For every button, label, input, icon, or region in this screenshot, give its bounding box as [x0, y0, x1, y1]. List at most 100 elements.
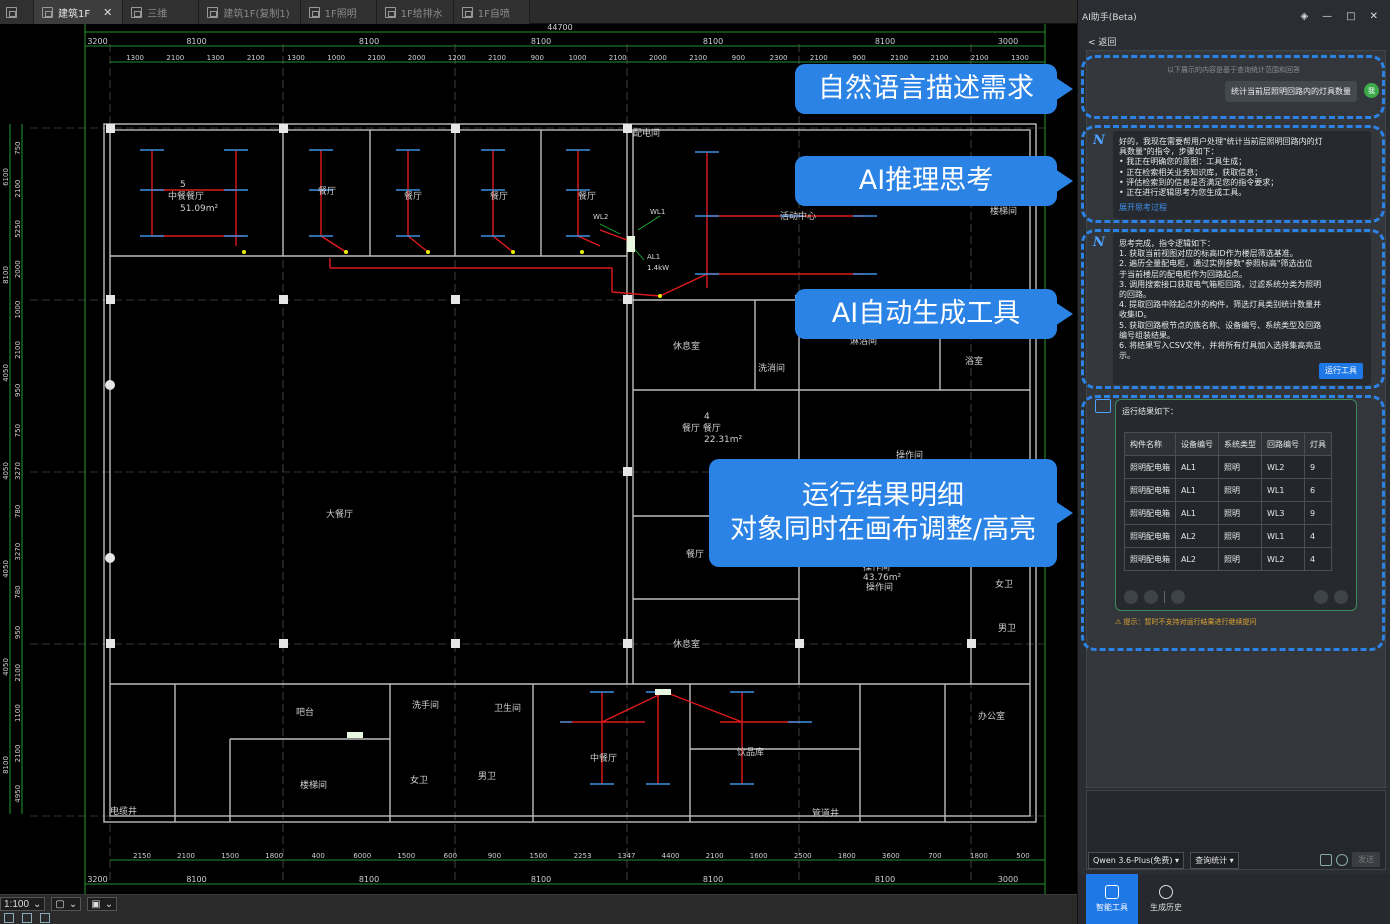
side-dimension: 2000	[14, 260, 22, 278]
nav-label: 智能工具	[1096, 903, 1128, 912]
axis-dimension: 8100	[703, 37, 723, 46]
sub-dimension: 1347	[618, 852, 636, 860]
callout-ai-tool-generation: AI自动生成工具	[795, 289, 1073, 339]
cad-dimension-text: 44700 3200 8100 8100 8100 8100 8100 3000 3200 810…	[2, 24, 1030, 884]
sub-dimension: 900	[732, 54, 745, 62]
axis-dimension: 8100	[359, 875, 379, 884]
table-cell: 9	[1304, 501, 1332, 525]
tab-1f-plumbing[interactable]: 1F给排水	[376, 0, 454, 24]
table-cell: 照明配电箱	[1124, 524, 1176, 548]
run-tool-button[interactable]: 运行工具	[1319, 362, 1363, 379]
tool-icon	[1095, 399, 1111, 413]
side-axis-dimension: 8100	[2, 756, 10, 774]
sub-dimension: 2100	[689, 54, 707, 62]
send-button[interactable]: 发送	[1352, 852, 1380, 867]
tab-1f-lighting[interactable]: 1F照明	[300, 0, 377, 24]
plan-line: 4. 提取回路中除起点外的构件，筛选灯具类别统计数量并	[1119, 300, 1322, 310]
avatar: 我	[1364, 83, 1379, 98]
axis-dimension: 3200	[87, 875, 107, 884]
tab-3d[interactable]: 三维	[123, 0, 200, 24]
mode-select[interactable]: 查询统计 ▾	[1190, 852, 1239, 869]
axis-dimension: 3000	[998, 37, 1018, 46]
room-label: 洗手间	[412, 699, 439, 711]
ortho-icon[interactable]	[40, 913, 50, 923]
model-select-value: Qwen 3.6-Plus(免费)	[1093, 856, 1173, 865]
table-row[interactable]: 照明配电箱 AL2 照明 WL1 4	[1124, 524, 1332, 548]
tab-label: 建筑1F	[58, 8, 91, 20]
sub-dimension: 1300	[207, 54, 225, 62]
reasoning-line: • 我正在明确您的意图：工具生成；	[1119, 157, 1247, 167]
back-link[interactable]: < 返回	[1088, 35, 1116, 48]
switches	[242, 250, 662, 298]
callout-run-result: 运行结果明细 对象同时在画布调整/高亮	[709, 459, 1073, 567]
room-label: 51.09m²	[180, 204, 219, 214]
sub-dimension: 1300	[287, 54, 305, 62]
distribution-board-al1[interactable]	[627, 236, 635, 252]
minimize-icon[interactable]: —	[1322, 11, 1332, 22]
axis-dimension: 8100	[531, 875, 551, 884]
attach-icon[interactable]	[1320, 853, 1332, 866]
plan-line: 思考完成，指令逻辑如下：	[1119, 239, 1215, 248]
sub-dimension: 900	[488, 852, 501, 860]
view-select[interactable]: ▢ ⌄	[51, 897, 82, 911]
scale-select[interactable]: 1:100 ⌄	[0, 897, 46, 911]
overall-dimension: 44700	[547, 24, 572, 32]
table-row[interactable]: 照明配电箱 AL1 照明 WL3 9	[1124, 501, 1332, 525]
close-icon[interactable]: ✕	[1370, 11, 1378, 22]
settings-icon[interactable]: ◈	[1300, 11, 1308, 22]
nav-smart-tools[interactable]: 智能工具	[1086, 874, 1138, 924]
column-header: 设备编号	[1175, 432, 1219, 456]
maximize-icon[interactable]: □	[1346, 11, 1355, 22]
history-icon[interactable]	[1336, 853, 1348, 866]
download-icon[interactable]	[1144, 590, 1158, 604]
side-axis-dimension: 4050	[2, 462, 10, 480]
room-label: 操作间	[866, 581, 893, 593]
tab-1f-sprinkler[interactable]: 1F自喷	[453, 0, 530, 24]
tab-label: 1F给排水	[400, 8, 443, 20]
distribution-board	[347, 732, 363, 738]
room-label: 餐厅 餐厅	[682, 422, 721, 434]
column-header: 回路编号	[1261, 432, 1305, 456]
drawing-icon	[461, 6, 473, 18]
snap-icon[interactable]	[4, 913, 14, 923]
copy-icon[interactable]	[1124, 590, 1138, 604]
tab-building-1f[interactable]: 建筑1F ✕	[34, 0, 124, 24]
distribution-board-al2[interactable]	[655, 689, 671, 695]
drawing-icon	[131, 6, 143, 18]
table-cell: 照明	[1218, 501, 1262, 525]
sub-dimension: 2100	[971, 54, 989, 62]
axis-dimension: 3200	[87, 37, 107, 46]
room-label: 浴室	[965, 355, 983, 367]
result-title: 运行结果如下：	[1122, 407, 1178, 416]
room-label: 女卫	[410, 774, 428, 786]
table-row[interactable]: 照明配电箱 AL2 照明 WL2 4	[1124, 547, 1332, 571]
divider	[1164, 591, 1165, 603]
tab-label: 建筑1F(复制1)	[223, 8, 290, 20]
chat-area[interactable]: 以下展示的内容是基于查询统计范围和回答 统计当前层照明回路内的灯具数量 我 N …	[1081, 50, 1386, 788]
expand-reasoning-link[interactable]: 展开思考过程	[1119, 203, 1365, 213]
sub-dimension: 2000	[408, 54, 426, 62]
side-dimension: 780	[14, 505, 22, 518]
thumbs-down-icon[interactable]	[1334, 590, 1348, 604]
close-icon[interactable]: ✕	[103, 6, 112, 19]
axis-dimension: 8100	[875, 875, 895, 884]
axis-dimension: 3000	[998, 875, 1018, 884]
sub-dimension: 2100	[166, 54, 184, 62]
grid-icon[interactable]	[22, 913, 32, 923]
side-axis-dimension: 6100	[2, 168, 10, 186]
table-row[interactable]: 照明配电箱 AL1 照明 WL1 6	[1124, 478, 1332, 502]
axis-dimension: 8100	[186, 37, 206, 46]
table-row[interactable]: 照明配电箱 AL1 照明 WL2 9	[1124, 455, 1332, 479]
sub-dimension: 2100	[890, 54, 908, 62]
panel-nav: 智能工具 生成历史	[1078, 874, 1390, 924]
panel-title: AI助手(Beta)	[1082, 12, 1137, 23]
sub-dimension: 1500	[397, 852, 415, 860]
tab-building-1f-copy[interactable]: 建筑1F(复制1)	[199, 0, 301, 24]
display-select[interactable]: ▣ ⌄	[87, 897, 118, 911]
thumbs-up-icon[interactable]	[1314, 590, 1328, 604]
model-select[interactable]: Qwen 3.6-Plus(免费) ▾	[1088, 852, 1185, 869]
highlight-icon[interactable]	[1171, 590, 1185, 604]
plan-line: 6. 将结果写入CSV文件，并将所有灯具加入选择集高亮显	[1119, 341, 1322, 351]
tab-menu[interactable]	[0, 0, 34, 24]
nav-history[interactable]: 生成历史	[1140, 874, 1192, 924]
